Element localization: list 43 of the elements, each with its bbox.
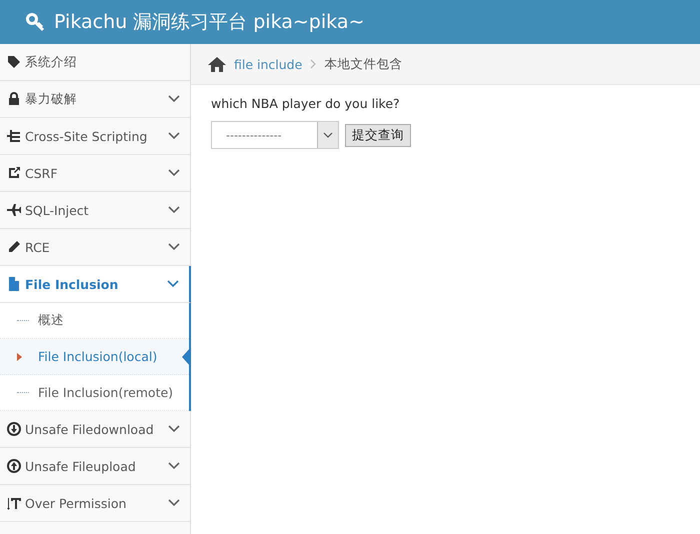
up-icon [7,459,21,473]
pencil-icon [7,240,21,254]
separator-icon [310,59,316,69]
sidebar-item[interactable]: CSRF [0,155,190,192]
question-text: which NBA player do you like? [211,96,401,111]
share-icon [7,166,21,180]
menu-label: Over Permission [25,496,128,510]
tree-icon [7,129,21,143]
menu-label: Unsafe Fileupload [25,458,137,474]
sidebar-item[interactable]: Over Permission [0,485,190,522]
sidebar-item[interactable]: 暴力破解 [0,81,190,118]
sidebar-item[interactable]: Unsafe Fileupload [0,448,190,485]
sidebar-item[interactable]: SQL-Inject [0,192,190,229]
menu-label: SQL-Inject [25,202,90,218]
caret-down-icon [323,132,333,138]
lock-icon [7,92,21,106]
menu-label: Cross-Site Scripting [25,128,148,144]
home-icon [208,56,226,72]
player-select[interactable]: -------------- [211,121,339,149]
menu-label: CSRF [25,166,59,180]
dotted-line-icon [17,392,29,393]
menu-label: 暴力破解 [25,90,78,108]
site-title: Pikachu 漏洞练习平台 pika~pika~ [54,10,364,35]
down-icon [7,422,21,436]
key-icon [26,12,46,32]
menu-label: 系统介绍 [25,54,78,70]
sidebar-item[interactable]: 系统介绍 [0,44,190,81]
submenu-item[interactable]: File Inclusion(remote) [0,375,189,411]
text-icon [7,496,21,510]
tags-icon [7,55,21,69]
menu-label: RCE [25,240,51,254]
sidebar-item[interactable]: File Inclusion [0,266,191,303]
submenu-item[interactable]: File Inclusion(local) [0,339,189,375]
plane-icon [7,203,21,217]
sidebar-item[interactable]: Cross-Site Scripting [0,118,190,155]
file-icon [7,277,21,291]
menu-label: File Inclusion [25,276,120,292]
sidebar-item[interactable]: Unsafe Filedownload [0,411,190,448]
menu-label: Unsafe Filedownload [25,422,155,436]
dotted-line-icon [17,320,29,321]
triangle-icon [17,352,22,360]
breadcrumb-current: 本地文件包含 [324,56,402,72]
submit-button[interactable]: 提交查询 [345,124,411,146]
